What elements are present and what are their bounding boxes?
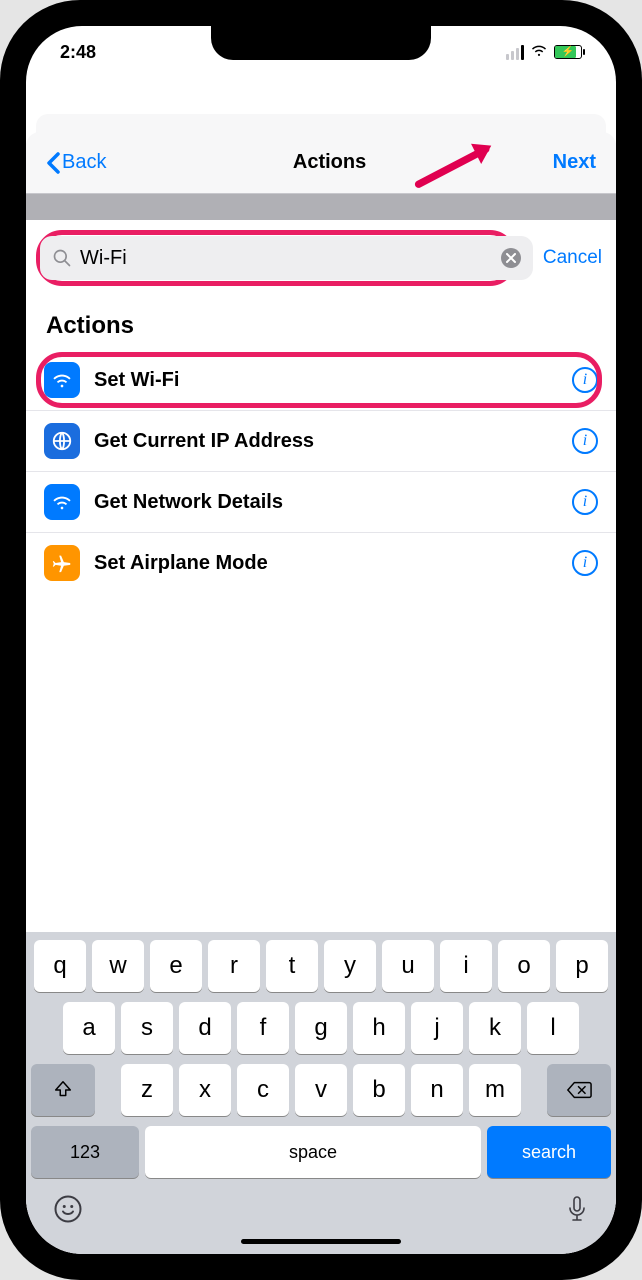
action-label: Get Network Details [94, 491, 558, 514]
annotation-arrow [414, 138, 506, 195]
globe-icon [44, 423, 80, 459]
search-input[interactable] [80, 247, 493, 270]
key-a[interactable]: a [63, 1002, 115, 1054]
back-button[interactable]: Back [46, 151, 106, 174]
back-label: Back [62, 151, 106, 174]
status-time: 2:48 [60, 42, 96, 63]
key-h[interactable]: h [353, 1002, 405, 1054]
next-button[interactable]: Next [553, 151, 596, 174]
clear-search-button[interactable] [501, 248, 521, 268]
key-x[interactable]: x [179, 1064, 231, 1116]
action-row-set-wifi[interactable]: Set Wi-Fi i [26, 350, 616, 410]
key-z[interactable]: z [121, 1064, 173, 1116]
emoji-icon [53, 1194, 83, 1224]
cellular-signal-icon [506, 45, 524, 60]
key-i[interactable]: i [440, 940, 492, 992]
key-m[interactable]: m [469, 1064, 521, 1116]
action-label: Set Airplane Mode [94, 552, 558, 575]
key-t[interactable]: t [266, 940, 318, 992]
keyboard: qwertyuiop asdfghjkl zxcvbnm 123 space [26, 932, 616, 1254]
key-j[interactable]: j [411, 1002, 463, 1054]
x-icon [506, 253, 516, 263]
airplane-icon [44, 545, 80, 581]
key-u[interactable]: u [382, 940, 434, 992]
action-row-airplane[interactable]: Set Airplane Mode i [26, 532, 616, 593]
info-button[interactable]: i [572, 550, 598, 576]
search-icon [52, 248, 72, 268]
key-s[interactable]: s [121, 1002, 173, 1054]
key-b[interactable]: b [353, 1064, 405, 1116]
separator-band [26, 194, 616, 220]
key-o[interactable]: o [498, 940, 550, 992]
backspace-key[interactable] [547, 1064, 611, 1116]
key-d[interactable]: d [179, 1002, 231, 1054]
home-indicator[interactable] [241, 1239, 401, 1244]
key-c[interactable]: c [237, 1064, 289, 1116]
numbers-key[interactable]: 123 [31, 1126, 139, 1178]
key-l[interactable]: l [527, 1002, 579, 1054]
key-r[interactable]: r [208, 940, 260, 992]
dictation-key[interactable] [565, 1195, 589, 1230]
key-p[interactable]: p [556, 940, 608, 992]
key-y[interactable]: y [324, 940, 376, 992]
wifi-icon [44, 362, 80, 398]
mic-icon [565, 1195, 589, 1225]
key-f[interactable]: f [237, 1002, 289, 1054]
search-key[interactable]: search [487, 1126, 611, 1178]
info-button[interactable]: i [572, 428, 598, 454]
action-row-network-details[interactable]: Get Network Details i [26, 471, 616, 532]
backspace-icon [566, 1080, 592, 1100]
key-e[interactable]: e [150, 940, 202, 992]
action-label: Set Wi-Fi [94, 369, 558, 392]
shift-icon [52, 1079, 74, 1101]
section-header: Actions [26, 296, 616, 350]
space-key[interactable]: space [145, 1126, 481, 1178]
battery-icon: ⚡ [554, 45, 582, 59]
search-box[interactable] [40, 236, 533, 280]
key-v[interactable]: v [295, 1064, 347, 1116]
cancel-button[interactable]: Cancel [543, 247, 602, 269]
key-w[interactable]: w [92, 940, 144, 992]
action-label: Get Current IP Address [94, 430, 558, 453]
notch [211, 26, 431, 60]
nav-title: Actions [293, 151, 366, 174]
wifi-icon [44, 484, 80, 520]
key-q[interactable]: q [34, 940, 86, 992]
key-k[interactable]: k [469, 1002, 521, 1054]
chevron-left-icon [46, 152, 60, 174]
emoji-key[interactable] [53, 1194, 83, 1231]
wifi-status-icon [530, 41, 548, 64]
info-button[interactable]: i [572, 489, 598, 515]
key-n[interactable]: n [411, 1064, 463, 1116]
actions-list: Set Wi-Fi i Get Current IP Address i [26, 350, 616, 593]
nav-bar: Back Actions Next [26, 132, 616, 194]
search-row: Cancel [26, 220, 616, 296]
action-row-get-ip[interactable]: Get Current IP Address i [26, 410, 616, 471]
info-button[interactable]: i [572, 367, 598, 393]
key-g[interactable]: g [295, 1002, 347, 1054]
shift-key[interactable] [31, 1064, 95, 1116]
